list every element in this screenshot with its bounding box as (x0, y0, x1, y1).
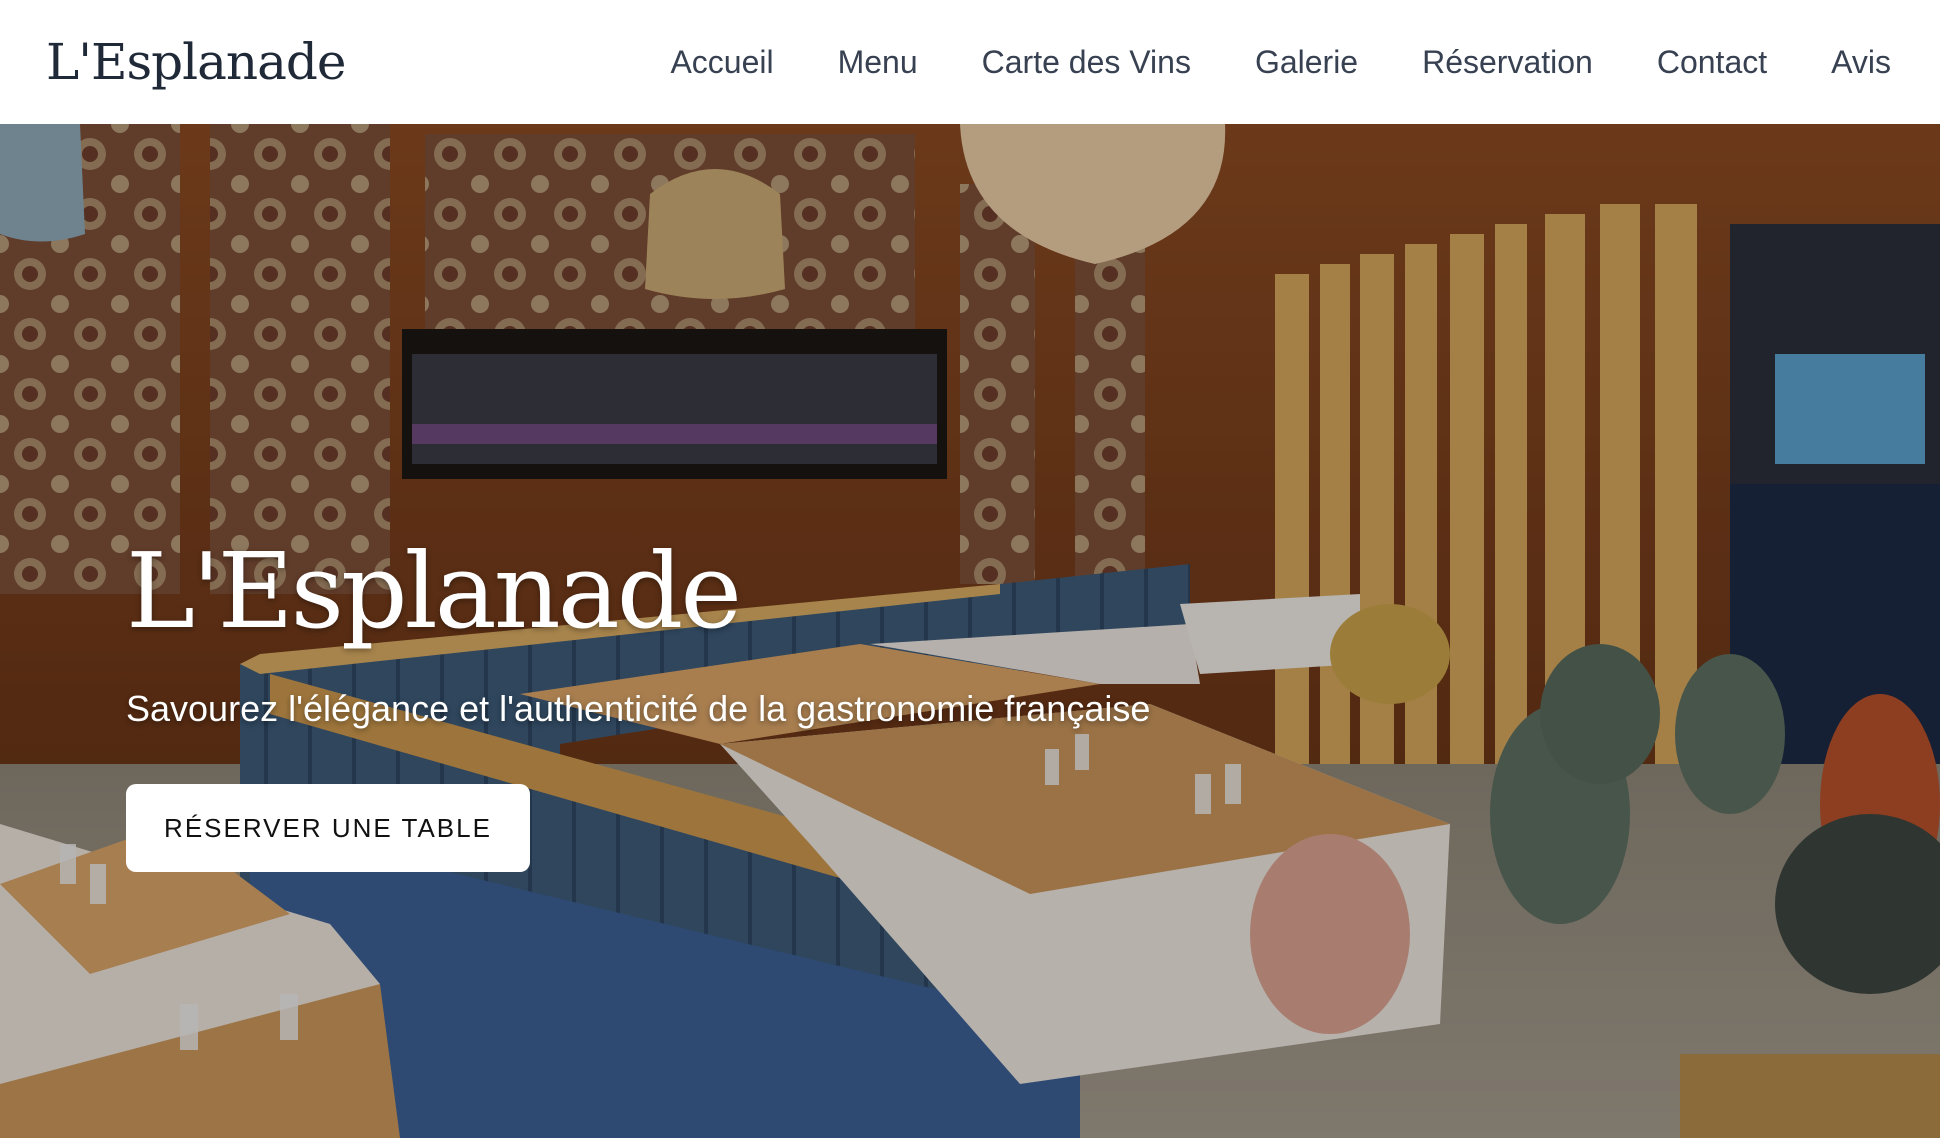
hero-content: L'Esplanade Savourez l'élégance et l'aut… (126, 530, 1151, 873)
nav-link-galerie[interactable]: Galerie (1255, 44, 1358, 81)
nav-link-reservation[interactable]: Réservation (1422, 44, 1593, 81)
brand-logo[interactable]: L'Esplanade (46, 33, 347, 91)
reserve-table-button[interactable]: RÉSERVER UNE TABLE (126, 784, 530, 873)
nav-link-avis[interactable]: Avis (1831, 44, 1891, 81)
site-header: L'Esplanade Accueil Menu Carte des Vins … (0, 0, 1940, 124)
hero-subtitle: Savourez l'élégance et l'authenticité de… (126, 688, 1151, 730)
nav-link-accueil[interactable]: Accueil (670, 44, 773, 81)
main-nav: Accueil Menu Carte des Vins Galerie Rése… (670, 44, 1891, 81)
nav-link-contact[interactable]: Contact (1657, 44, 1767, 81)
nav-link-carte-des-vins[interactable]: Carte des Vins (982, 44, 1191, 81)
nav-link-menu[interactable]: Menu (838, 44, 918, 81)
hero-section: L'Esplanade Savourez l'élégance et l'aut… (0, 124, 1940, 1138)
hero-title: L'Esplanade (126, 530, 742, 652)
